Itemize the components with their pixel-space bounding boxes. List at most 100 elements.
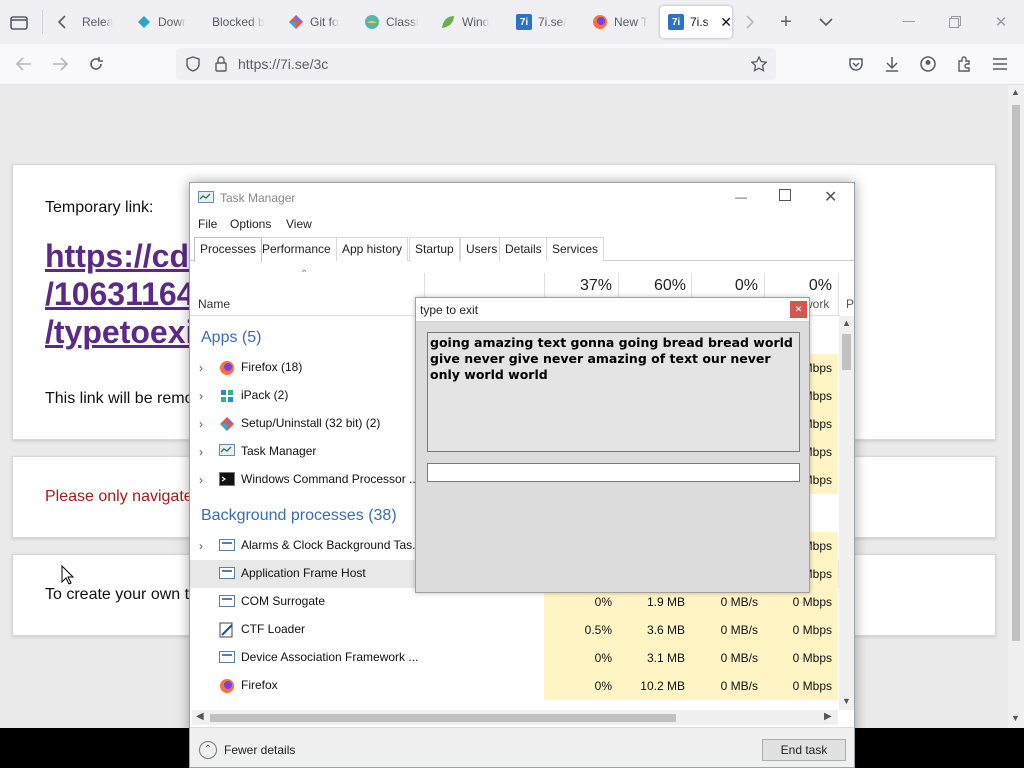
process-name: COM Surrogate <box>241 594 326 608</box>
menu-view[interactable]: View <box>286 217 312 231</box>
dialog-titlebar[interactable]: type to exit ✕ <box>416 298 809 322</box>
app-icon <box>219 650 235 666</box>
tab-5[interactable]: Wind <box>432 6 502 38</box>
collapse-chevron-icon[interactable]: ⌃ <box>199 741 217 759</box>
scroll-right-icon[interactable]: ▶ <box>824 711 832 722</box>
type-to-exit-dialog: type to exit ✕ going amazing text gonna … <box>415 297 810 593</box>
expand-icon[interactable]: › <box>199 445 203 459</box>
url-bar[interactable]: https://7i.se/3c <box>176 48 776 80</box>
scroll-up-icon[interactable]: ▲ <box>1011 87 1020 97</box>
new-tab-icon[interactable]: + <box>775 11 797 33</box>
restore-icon[interactable] <box>944 12 966 32</box>
tab-label: Dowr <box>158 15 187 29</box>
task-manager-titlebar[interactable]: Task Manager — ✕ <box>190 183 854 213</box>
tab-startup[interactable]: Startup <box>409 237 460 261</box>
process-list-scrollbar[interactable]: ▲ ▼ <box>839 316 854 710</box>
tab-services[interactable]: Services <box>546 237 605 261</box>
tab-app-history[interactable]: App history <box>336 237 409 261</box>
setup-icon <box>219 416 235 432</box>
dialog-close-icon[interactable]: ✕ <box>790 301 807 318</box>
firefox-icon <box>219 360 235 376</box>
scroll-thumb[interactable] <box>210 714 676 722</box>
tab-label: Relea <box>82 15 114 29</box>
scroll-up-icon[interactable]: ▲ <box>842 318 851 328</box>
tab-7[interactable]: New T <box>584 6 656 38</box>
cpu-cell: 0% <box>544 644 618 672</box>
horizontal-scrollbar[interactable]: ◀ ▶ <box>192 710 838 725</box>
bookmark-star-icon[interactable] <box>750 55 768 73</box>
net-cell: 0 Mbps <box>764 616 838 644</box>
temporary-link[interactable]: https://cd /10631164 /typetoexi <box>45 237 195 351</box>
process-name: Windows Command Processor ... <box>241 472 420 486</box>
url-text[interactable]: https://7i.se/3c <box>238 56 328 72</box>
tab-3[interactable]: Git fo <box>280 6 350 38</box>
column-name[interactable]: Name <box>198 297 230 311</box>
scroll-tabs-right-icon[interactable] <box>740 12 760 32</box>
minimize-icon[interactable] <box>898 12 920 32</box>
window-title: Task Manager <box>220 191 296 205</box>
column-memory[interactable]: 60% <box>624 277 686 295</box>
downloads-icon[interactable] <box>882 54 902 74</box>
scroll-thumb[interactable] <box>1012 105 1020 641</box>
extensions-icon[interactable] <box>954 54 974 74</box>
create-text: To create your own t <box>45 586 190 603</box>
firefox-view-icon[interactable] <box>8 12 30 32</box>
expand-icon[interactable]: › <box>199 361 203 375</box>
maximize-icon[interactable] <box>779 189 791 201</box>
scroll-left-icon[interactable]: ◀ <box>196 711 204 722</box>
navigation-toolbar: https://7i.se/3c <box>0 44 1024 85</box>
diamond-icon <box>136 14 152 30</box>
pocket-icon[interactable] <box>846 54 866 74</box>
scroll-tabs-left-icon[interactable] <box>52 12 72 32</box>
tab-0[interactable]: Relea <box>74 6 132 38</box>
end-task-button[interactable]: End task <box>762 739 846 761</box>
table-row[interactable]: Device Association Framework ... 0% 3.1 … <box>190 644 840 672</box>
scroll-down-icon[interactable]: ▼ <box>1011 713 1020 723</box>
table-row[interactable]: Firefox 0% 10.2 MB 0 MB/s 0 Mbps <box>190 672 840 700</box>
tab-users[interactable]: Users <box>460 237 504 261</box>
tab-4[interactable]: Classi <box>356 6 426 38</box>
tab-2[interactable]: Blocked b <box>204 6 274 38</box>
process-name: Alarms & Clock Background Tas... <box>241 538 421 552</box>
column-network[interactable]: 0% <box>770 277 832 295</box>
menu-file[interactable]: File <box>198 217 217 231</box>
scroll-down-icon[interactable]: ▼ <box>842 696 851 706</box>
tab-1[interactable]: Dowr <box>128 6 196 38</box>
prompt-text: going amazing text gonna going bread bre… <box>427 332 800 452</box>
back-icon[interactable] <box>14 54 34 74</box>
expand-icon[interactable]: › <box>199 473 203 487</box>
table-row[interactable]: CTF Loader 0.5% 3.6 MB 0 MB/s 0 Mbps <box>190 616 840 644</box>
reload-icon[interactable] <box>86 54 106 74</box>
minimize-icon[interactable]: — <box>735 190 747 204</box>
expand-icon[interactable]: › <box>199 389 203 403</box>
page-scrollbar[interactable]: ▲ ▼ <box>1008 85 1024 728</box>
close-window-icon[interactable]: ✕ <box>990 12 1012 32</box>
shield-icon[interactable] <box>184 55 202 73</box>
menu-hamburger-icon[interactable] <box>990 54 1010 74</box>
tab-label: Git fo <box>310 15 339 29</box>
close-tab-icon[interactable]: ✕ <box>720 14 732 31</box>
dialog-title: type to exit <box>420 303 479 317</box>
firefox-icon <box>592 14 608 30</box>
expand-icon[interactable]: › <box>199 539 203 553</box>
tab-processes[interactable]: Processes <box>194 237 263 262</box>
globe-icon <box>364 14 380 30</box>
account-icon[interactable] <box>918 54 938 74</box>
tab-performance[interactable]: Performance <box>256 237 337 261</box>
column-cpu[interactable]: 37% <box>550 277 612 295</box>
fewer-details-link[interactable]: Fewer details <box>224 743 295 757</box>
lock-icon[interactable] <box>212 55 230 73</box>
typing-input[interactable] <box>427 463 800 482</box>
7i-icon: 7i <box>516 14 532 30</box>
scroll-thumb[interactable] <box>842 334 851 370</box>
close-icon[interactable]: ✕ <box>824 187 837 207</box>
tab-6[interactable]: 7i 7i.se/ <box>508 6 580 38</box>
list-all-tabs-icon[interactable] <box>815 12 837 32</box>
expand-icon[interactable]: › <box>199 417 203 431</box>
column-disk[interactable]: 0% <box>696 277 758 295</box>
tab-active[interactable]: 7i 7i.s ✕ <box>660 6 732 38</box>
app-icon <box>219 538 235 554</box>
menu-options[interactable]: Options <box>230 217 271 231</box>
forward-icon[interactable] <box>50 54 70 74</box>
tab-details[interactable]: Details <box>499 237 548 261</box>
